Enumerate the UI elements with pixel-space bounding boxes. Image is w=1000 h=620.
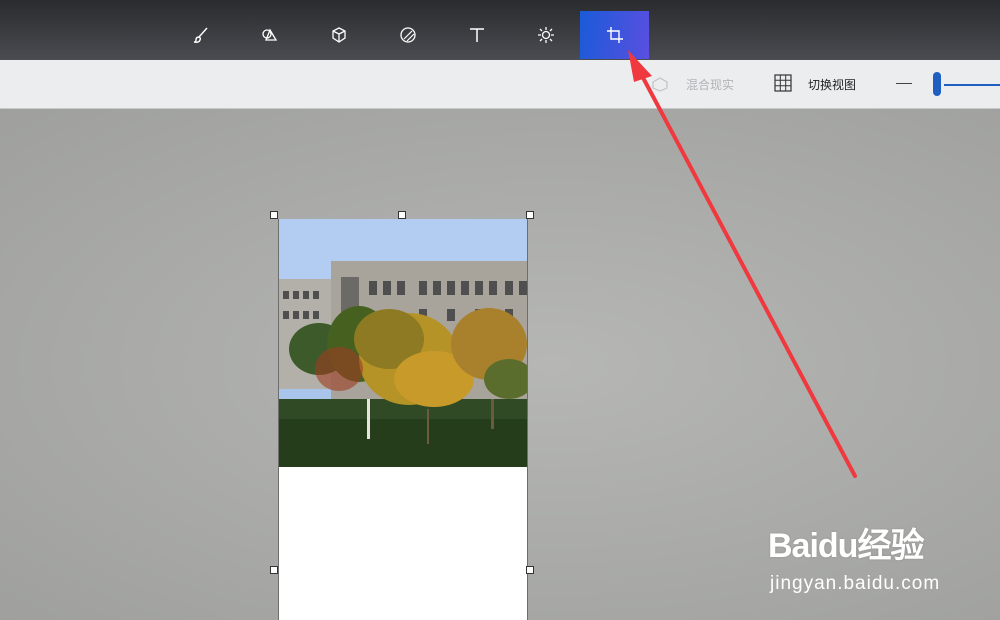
baidu-watermark-logo: Baidu经验 (768, 527, 924, 565)
2d-shapes-tool-button[interactable] (247, 11, 293, 59)
brush-tool-button[interactable] (178, 11, 224, 59)
mixed-reality-icon (652, 77, 668, 92)
command-bar: 混合现实 切换视图 (0, 60, 1000, 109)
zoom-slider-thumb[interactable] (933, 72, 941, 96)
photo-building-trees (279, 219, 527, 467)
canvas-tool-button[interactable] (580, 11, 649, 59)
zoom-out-icon[interactable] (896, 83, 912, 84)
3d-cube-icon (332, 27, 346, 43)
effects-sun-icon (538, 27, 554, 43)
resize-handle-bottom-right[interactable] (526, 566, 534, 574)
resize-handle-top-left[interactable] (270, 211, 278, 219)
2d-shapes-icon (262, 28, 278, 41)
switch-view-button[interactable]: 切换视图 (808, 76, 856, 93)
resize-handle-bottom-left[interactable] (270, 566, 278, 574)
canvas-image[interactable] (278, 219, 528, 620)
resize-handle-top-center[interactable] (398, 211, 406, 219)
top-toolbar (0, 0, 1000, 60)
grid-view-icon (774, 74, 792, 92)
effects-tool-button[interactable] (523, 11, 569, 59)
text-tool-button[interactable] (454, 11, 500, 59)
zoom-slider-track[interactable] (944, 84, 1000, 86)
baidu-watermark-url: jingyan.baidu.com (770, 573, 941, 594)
sticker-icon (400, 27, 416, 43)
brush-icon (193, 27, 208, 43)
resize-handle-top-right[interactable] (526, 211, 534, 219)
stickers-tool-button[interactable] (385, 11, 431, 59)
text-icon (470, 28, 484, 42)
mixed-reality-button[interactable]: 混合现实 (686, 76, 734, 93)
3d-shapes-tool-button[interactable] (316, 11, 362, 59)
crop-canvas-icon (606, 27, 623, 43)
